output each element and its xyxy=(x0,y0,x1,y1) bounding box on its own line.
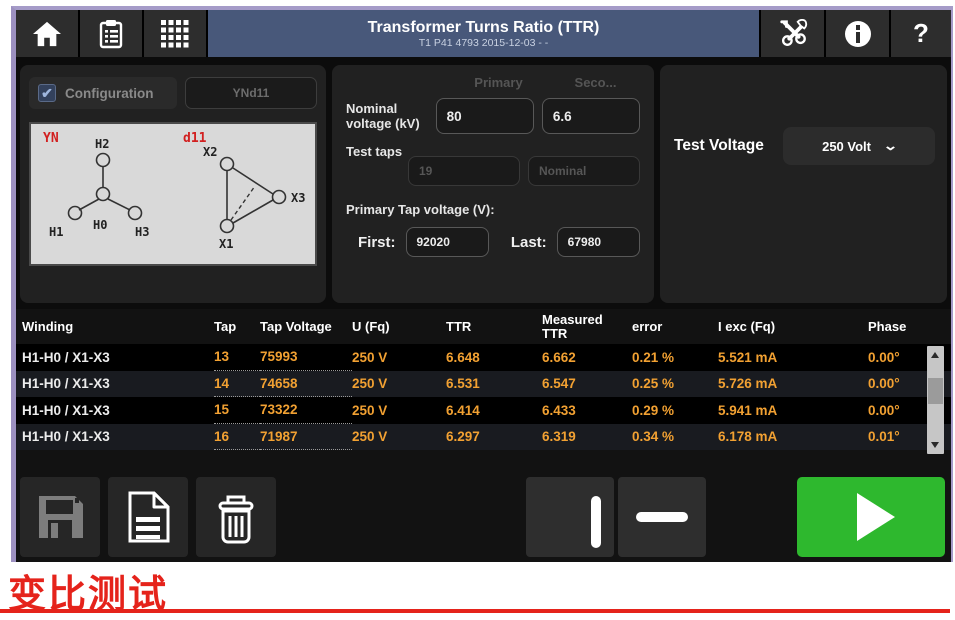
svg-text:X2: X2 xyxy=(203,145,217,159)
nominal-voltage-label: Nominal voltage (kV) xyxy=(346,101,436,131)
svg-text:H1: H1 xyxy=(49,225,63,239)
table-row[interactable]: H1-H0 / X1-X3 16 71987 250 V 6.297 6.319… xyxy=(16,424,951,451)
test-voltage-value: 250 Volt xyxy=(822,139,871,154)
home-icon xyxy=(32,20,62,48)
help-button[interactable]: ? xyxy=(891,10,951,57)
bottom-toolbar xyxy=(20,477,945,557)
trash-icon xyxy=(210,489,262,545)
voltage-panel: Primary Seco... Nominal voltage (kV) 80 … xyxy=(332,65,654,303)
vector-group-field: YNd11 xyxy=(185,77,317,109)
diagram-secondary-group-label: d11 xyxy=(183,131,207,146)
ttr-app-window: Transformer Turns Ratio (TTR) T1 P41 479… xyxy=(11,6,953,562)
table-row[interactable]: H1-H0 / X1-X3 15 73322 250 V 6.414 6.433… xyxy=(16,397,951,424)
first-label: First: xyxy=(358,234,396,251)
last-tap-voltage-input[interactable]: 67980 xyxy=(557,227,640,257)
save-button xyxy=(20,477,100,557)
diagram-primary-group-label: YN xyxy=(43,131,59,146)
svg-text:H2: H2 xyxy=(95,137,109,151)
delete-button[interactable] xyxy=(196,477,276,557)
settings-button[interactable] xyxy=(761,10,824,57)
first-tap-voltage-input[interactable]: 92020 xyxy=(406,227,489,257)
table-row[interactable]: H1-H0 / X1-X3 14 74658 250 V 6.531 6.547… xyxy=(16,371,951,398)
play-icon xyxy=(857,493,895,541)
configuration-toggle[interactable]: ✔ Configuration xyxy=(29,77,177,109)
col-phase: Phase xyxy=(868,320,955,334)
test-list-button[interactable] xyxy=(80,10,142,57)
test-taps-secondary-field: Nominal xyxy=(528,156,640,186)
table-header-row: Winding Tap Tap Voltage U (Fq) TTR Measu… xyxy=(16,309,951,344)
col-tap-voltage: Tap Voltage xyxy=(260,320,352,334)
vector-diagram: YN H2 H0 H1 H3 d11 xyxy=(29,122,317,266)
info-button[interactable] xyxy=(826,10,889,57)
grid-icon xyxy=(160,19,190,49)
configuration-section: ✔ Configuration YNd11 YN H2 H0 xyxy=(16,57,951,309)
svg-text:X1: X1 xyxy=(219,237,233,251)
page-subtitle: T1 P41 4793 2015-12-03 - - xyxy=(419,37,549,49)
last-label: Last: xyxy=(511,234,547,251)
test-taps-label: Test taps xyxy=(346,144,408,159)
clipboard-icon xyxy=(98,19,124,49)
run-test-button[interactable] xyxy=(797,477,945,557)
scrollbar-thumb[interactable] xyxy=(928,378,943,404)
table-scrollbar[interactable] xyxy=(927,346,944,454)
document-icon xyxy=(122,489,174,545)
add-row-button[interactable] xyxy=(526,477,614,557)
primary-tap-voltage-label: Primary Tap voltage (V): xyxy=(346,202,640,217)
home-button[interactable] xyxy=(16,10,78,57)
col-u: U (Fq) xyxy=(352,320,446,334)
nominal-voltage-secondary-input[interactable]: 6.6 xyxy=(542,98,640,134)
apps-menu-button[interactable] xyxy=(144,10,206,57)
configuration-label: Configuration xyxy=(65,86,153,101)
col-ttr: TTR xyxy=(446,320,542,334)
info-icon xyxy=(843,19,873,49)
help-icon: ? xyxy=(913,18,929,49)
page-title: Transformer Turns Ratio (TTR) xyxy=(368,19,600,37)
svg-text:X3: X3 xyxy=(291,191,305,205)
top-bar: Transformer Turns Ratio (TTR) T1 P41 479… xyxy=(16,10,951,57)
table-row[interactable]: H1-H0 / X1-X3 13 75993 250 V 6.648 6.662… xyxy=(16,344,951,371)
title-bar: Transformer Turns Ratio (TTR) T1 P41 479… xyxy=(208,10,759,57)
column-header-primary: Primary xyxy=(454,75,543,90)
report-button[interactable] xyxy=(108,477,188,557)
test-voltage-dropdown[interactable]: 250 Volt ⌄ xyxy=(783,127,935,165)
test-voltage-label: Test Voltage xyxy=(674,137,764,155)
tools-icon xyxy=(778,19,808,49)
col-i-exc: I exc (Fq) xyxy=(718,320,868,334)
chevron-down-icon: ⌄ xyxy=(883,138,898,154)
col-tap: Tap xyxy=(214,320,260,334)
scrollbar-up-arrow-icon[interactable] xyxy=(931,352,939,358)
nominal-voltage-primary-input[interactable]: 80 xyxy=(436,98,534,134)
test-voltage-panel: Test Voltage 250 Volt ⌄ xyxy=(660,65,947,303)
remove-row-button[interactable] xyxy=(618,477,706,557)
configuration-panel: ✔ Configuration YNd11 YN H2 H0 xyxy=(20,65,326,303)
col-winding: Winding xyxy=(22,320,214,334)
svg-text:H3: H3 xyxy=(135,225,149,239)
results-table: Winding Tap Tap Voltage U (Fq) TTR Measu… xyxy=(16,309,951,450)
svg-text:H0: H0 xyxy=(93,218,107,232)
column-header-secondary: Seco... xyxy=(551,75,640,90)
scrollbar-down-arrow-icon[interactable] xyxy=(931,442,939,448)
caption-underline xyxy=(0,609,950,613)
test-taps-primary-field: 19 xyxy=(408,156,520,186)
configuration-checkbox[interactable]: ✔ xyxy=(38,84,56,102)
minus-icon xyxy=(636,512,688,522)
col-error: error xyxy=(632,320,718,334)
save-floppy-icon xyxy=(33,490,87,544)
col-measured-ttr: Measured TTR xyxy=(542,313,610,341)
